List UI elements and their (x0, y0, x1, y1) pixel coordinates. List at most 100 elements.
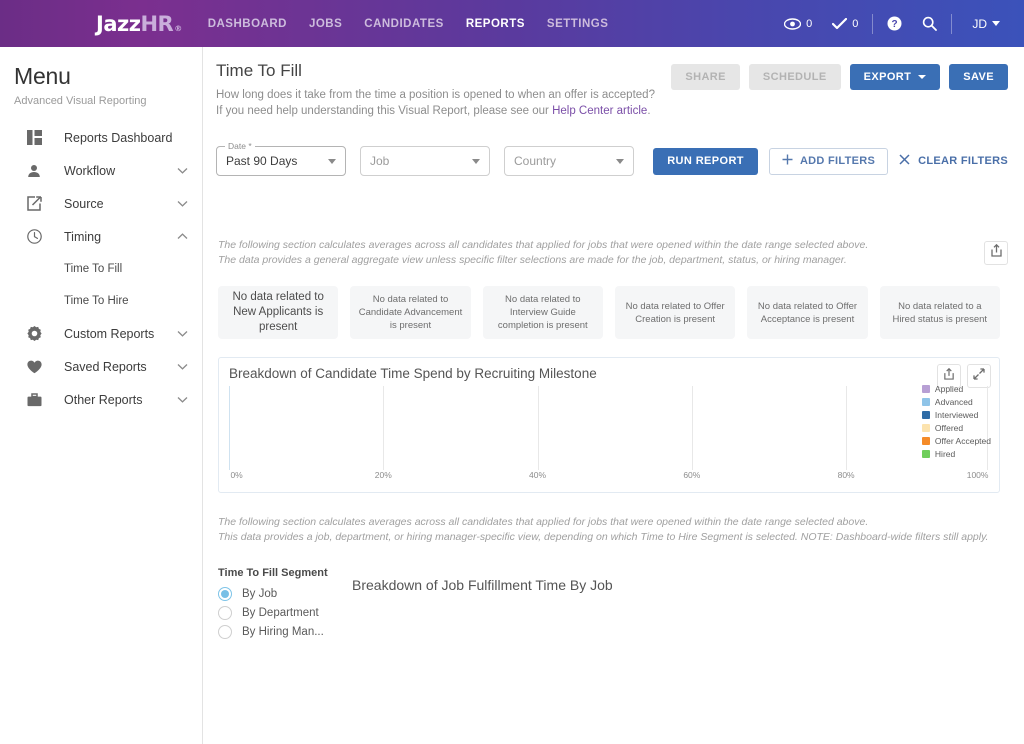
export-button[interactable]: EXPORT (849, 64, 941, 90)
legend-item-hired[interactable]: Hired (921, 447, 991, 460)
help-center-article-link[interactable]: Help Center article (552, 105, 647, 117)
watching-counter[interactable]: 0 (774, 18, 822, 30)
checkmark-icon (832, 17, 848, 30)
sidebar-item-custom-reports[interactable]: Custom Reports (0, 317, 202, 350)
legend-label-interviewed: Interviewed (934, 409, 979, 420)
nav-link-settings[interactable]: SETTINGS (547, 18, 609, 30)
dashboard-grid-icon (24, 130, 44, 145)
legend-swatch-interviewed (921, 410, 930, 419)
save-button[interactable]: SAVE (949, 64, 1008, 90)
legend-item-advanced[interactable]: Advanced (921, 395, 991, 408)
sidebar-label-timing: Timing (64, 229, 102, 244)
segment-label-by-job: By Job (242, 587, 278, 600)
external-link-icon (24, 196, 44, 211)
sidebar-item-source[interactable]: Source (0, 187, 202, 220)
nav-divider-1 (872, 13, 874, 34)
legend-item-offered[interactable]: Offered (921, 421, 991, 434)
gridline-80 (846, 386, 848, 470)
sidebar-title: Menu (14, 63, 71, 89)
schedule-button[interactable]: SCHEDULE (748, 64, 841, 90)
nav-link-candidates[interactable]: CANDIDATES (364, 18, 444, 30)
jazzhr-logo[interactable]: Jazz HR ® (96, 12, 182, 36)
run-report-button[interactable]: RUN REPORT (653, 147, 758, 175)
sidebar-item-timing[interactable]: Timing (0, 220, 202, 253)
chart-x-axis: 0% 20% 40% 60% 80% 100% (229, 470, 989, 484)
legend-label-advanced: Advanced (934, 396, 973, 407)
sidebar-label-reports-dashboard: Reports Dashboard (64, 130, 173, 145)
person-icon (24, 164, 44, 178)
legend-label-offered: Offered (934, 422, 964, 433)
legend-item-offer-accepted[interactable]: Offer Accepted (921, 434, 991, 447)
user-menu-button[interactable]: JD (964, 17, 1008, 31)
segment-option-by-department[interactable]: By Department (218, 603, 338, 622)
chart-title: Breakdown of Candidate Time Spend by Rec… (229, 366, 597, 381)
nav-link-jobs[interactable]: JOBS (309, 18, 342, 30)
share-upload-icon-button[interactable] (984, 241, 1008, 265)
chevron-down-icon (328, 158, 336, 164)
radio-by-department[interactable] (218, 605, 232, 620)
page-description-line2: If you need help understanding this Visu… (216, 103, 1008, 119)
sidebar-item-workflow[interactable]: Workflow (0, 154, 202, 187)
gridline-20 (383, 386, 385, 470)
sidebar-item-time-to-fill[interactable]: Time To Fill (0, 253, 202, 285)
legend-swatch-hired (921, 449, 930, 458)
plus-icon (782, 154, 793, 168)
export-button-label: EXPORT (863, 71, 912, 83)
notes-top-line2: The data provides a general aggregate vi… (218, 254, 847, 266)
gridline-0 (229, 386, 230, 470)
stat-card-interview-guide: No data related to Interview Guide compl… (482, 286, 603, 339)
country-filter-select[interactable]: Country (504, 146, 634, 176)
xtick-100: 100% (966, 470, 989, 480)
segment-option-by-job[interactable]: By Job (218, 584, 338, 603)
nav-link-reports[interactable]: REPORTS (466, 18, 525, 30)
job-filter-select[interactable]: Job (360, 146, 490, 176)
notes-bottom: The following section calculates average… (212, 515, 1008, 545)
main-content: Time To Fill How long does it take from … (203, 47, 1024, 744)
legend-swatch-offer-accepted (921, 436, 930, 445)
legend-item-applied[interactable]: Applied (921, 382, 991, 395)
sidebar-item-reports-dashboard[interactable]: Reports Dashboard (0, 121, 202, 154)
gridline-40 (537, 386, 539, 470)
chevron-down-icon (177, 200, 188, 207)
radio-by-hiring-manager[interactable] (218, 624, 232, 639)
page-description: How long does it take from the time a po… (212, 87, 1008, 119)
stat-card-row: No data related to New Applicants is pre… (212, 286, 1008, 339)
country-filter-placeholder: Country (514, 154, 557, 168)
nav-divider-2 (951, 13, 953, 34)
date-filter-select[interactable]: Date * Past 90 Days (216, 141, 346, 176)
legend-swatch-offered (921, 423, 930, 432)
share-upload-icon (990, 243, 1003, 262)
legend-label-applied: Applied (934, 383, 964, 394)
clock-icon (24, 229, 44, 244)
tasks-counter[interactable]: 0 (822, 17, 868, 30)
segment-section: Time To Fill Segment By Job By Departmen… (212, 567, 1008, 641)
briefcase-icon (24, 392, 44, 407)
top-navigation-bar: Jazz HR ® DASHBOARD JOBS CANDIDATES REPORT… (0, 0, 1024, 47)
xtick-80: 80% (837, 470, 855, 480)
date-filter-value: Past 90 Days (226, 154, 298, 168)
sidebar-item-time-to-hire[interactable]: Time To Hire (0, 285, 202, 317)
chevron-down-icon (177, 330, 188, 337)
header-action-buttons: SHARE SCHEDULE EXPORT SAVE (671, 64, 1008, 90)
help-button[interactable]: ? (877, 16, 912, 31)
stat-card-offer-creation: No data related to Offer Creation is pre… (614, 286, 736, 339)
logo-trademark: ® (174, 23, 182, 33)
xtick-20: 20% (374, 470, 392, 480)
sidebar-label-source: Source (64, 196, 104, 211)
filter-action-group: RUN REPORT ADD FILTERS CLEAR FILTERS (653, 147, 1008, 175)
clear-filters-button[interactable]: CLEAR FILTERS (899, 154, 1008, 168)
radio-by-job[interactable] (218, 586, 232, 601)
stat-card-new-applicants: No data related to New Applicants is pre… (218, 286, 339, 339)
chevron-down-icon (177, 396, 188, 403)
logo-jazz-text: Jazz (96, 11, 141, 36)
search-icon (922, 16, 938, 31)
chevron-down-icon (918, 75, 927, 79)
add-filters-button[interactable]: ADD FILTERS (768, 147, 889, 175)
segment-option-by-hiring-manager[interactable]: By Hiring Man... (218, 622, 338, 641)
sidebar-item-other-reports[interactable]: Other Reports (0, 383, 202, 416)
search-button[interactable] (912, 16, 947, 31)
legend-item-interviewed[interactable]: Interviewed (921, 408, 991, 421)
sidebar-item-saved-reports[interactable]: Saved Reports (0, 350, 202, 383)
nav-link-dashboard[interactable]: DASHBOARD (208, 18, 287, 30)
share-button[interactable]: SHARE (671, 64, 740, 90)
